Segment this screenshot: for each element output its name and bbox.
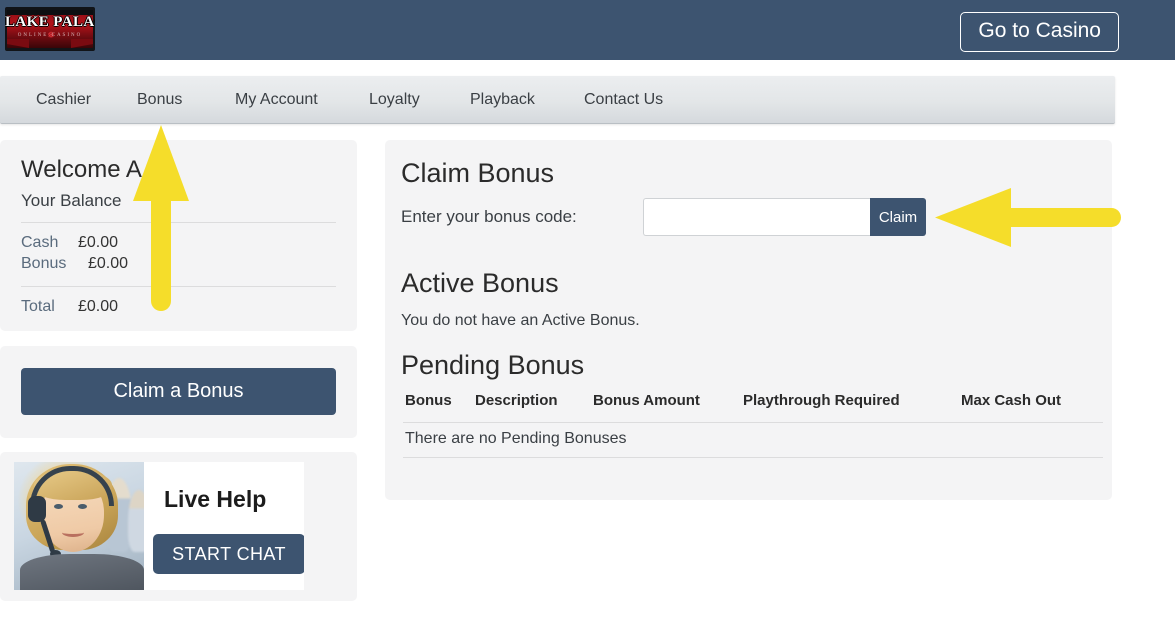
bonus-label: Bonus [21, 255, 67, 272]
nav-list: Cashier Bonus My Account Loyalty Playback Con… [0, 76, 1115, 123]
main-navigation: Cashier Bonus My Account Loyalty Playback Con… [0, 76, 1115, 124]
bonus-value: £0.00 [88, 255, 129, 272]
total-value: £0.00 [78, 298, 119, 315]
empty-state-message: There are no Pending Bonuses [405, 430, 627, 447]
column-header: Max Cash Out [961, 392, 1062, 409]
logo-subtitle: ONLINE CASINO [17, 33, 83, 38]
nav-item-contact-us[interactable]: Contact Us [584, 76, 663, 124]
bonus-code-input[interactable] [643, 198, 870, 236]
claim-button[interactable]: Claim [870, 198, 926, 236]
total-label: Total [21, 298, 55, 315]
start-chat-button[interactable]: START CHAT [153, 534, 304, 574]
agent-shoulders [20, 554, 144, 590]
divider [21, 286, 336, 287]
bonus-content-panel: Claim Bonus Enter your bonus code: Claim… [385, 140, 1112, 500]
nav-item-my-account[interactable]: My Account [235, 76, 318, 124]
divider [21, 222, 336, 223]
active-bonus-heading: Active Bonus [401, 268, 559, 298]
agent-smile [62, 528, 84, 537]
table-row: There are no Pending Bonuses [403, 423, 1103, 458]
column-header: Playthrough Required [743, 392, 900, 409]
cash-value: £0.00 [78, 234, 119, 251]
headset-earcup-icon [28, 496, 46, 522]
balance-panel: Welcome A n! Your Balance Cash £0.00 Bon… [0, 140, 357, 331]
claim-bonus-heading: Claim Bonus [401, 158, 555, 188]
nav-item-bonus[interactable]: Bonus [137, 76, 182, 124]
go-to-casino-button[interactable]: Go to Casino [960, 12, 1119, 52]
nav-item-loyalty[interactable]: Loyalty [369, 76, 420, 124]
cash-label: Cash [21, 234, 59, 251]
live-help-panel: Live Help START CHAT [0, 452, 357, 601]
column-header: Bonus [405, 392, 452, 409]
pending-bonus-table: Bonus Description Bonus Amount Playthrough … [403, 392, 1103, 458]
page-root: LAKE PALACE ❅ ONLINE CASINO Go to Casino… [0, 0, 1175, 621]
lake-palace-logo[interactable]: LAKE PALACE ❅ ONLINE CASINO [5, 7, 95, 51]
your-balance-label: Your Balance [21, 191, 122, 210]
welcome-message: Welcome A n! [21, 156, 174, 183]
claim-a-bonus-button[interactable]: Claim a Bonus [21, 368, 336, 415]
active-bonus-message: You do not have an Active Bonus. [401, 312, 640, 329]
column-header: Description [475, 392, 558, 409]
support-agent-photo [14, 462, 144, 590]
bonus-code-label: Enter your bonus code: [401, 207, 577, 226]
pending-bonus-heading: Pending Bonus [401, 350, 585, 380]
background-person-b [128, 490, 144, 552]
live-help-title: Live Help [164, 486, 267, 512]
logo-wordmark: LAKE PALACE [5, 14, 95, 30]
claim-bonus-panel: Claim a Bonus [0, 346, 357, 438]
table-header-row: Bonus Description Bonus Amount Playthrough … [403, 392, 1103, 423]
nav-item-playback[interactable]: Playback [470, 76, 535, 124]
live-help-card: Live Help START CHAT [14, 462, 304, 590]
site-header: LAKE PALACE ❅ ONLINE CASINO Go to Casino [0, 0, 1175, 60]
nav-item-cashier[interactable]: Cashier [36, 76, 91, 124]
column-header: Bonus Amount [593, 392, 700, 409]
